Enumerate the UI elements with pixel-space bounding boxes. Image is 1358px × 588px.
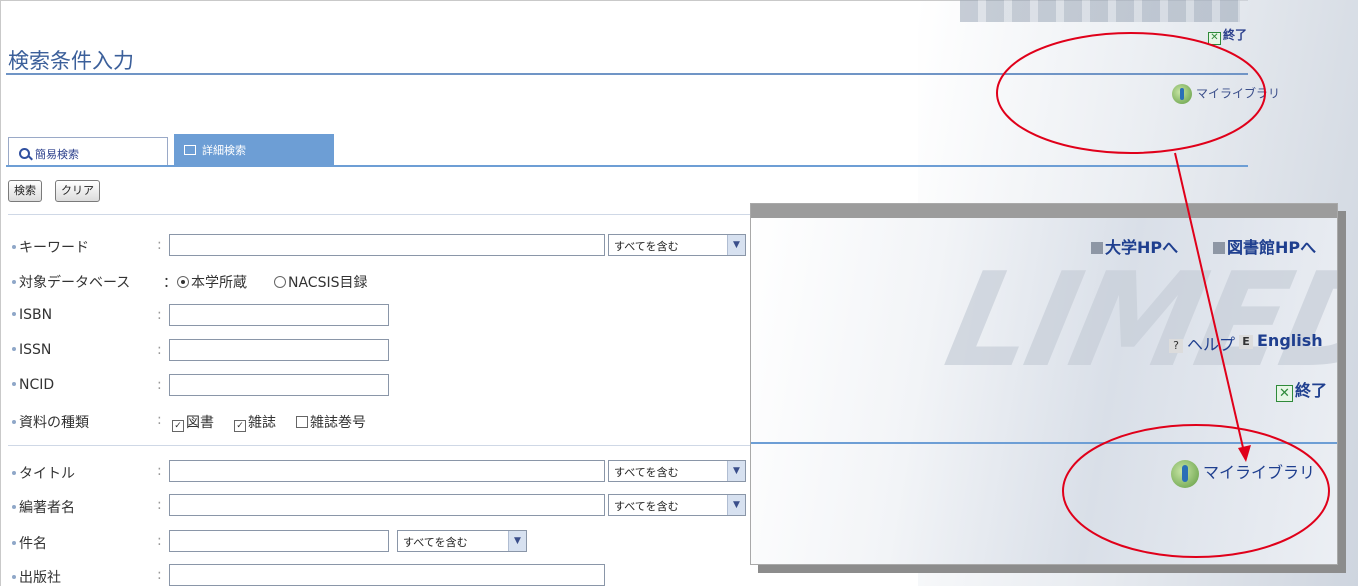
keyword-match-value: すべてを含む xyxy=(614,240,679,253)
colon: : xyxy=(157,497,162,513)
publisher-label: 出版社 xyxy=(19,570,61,586)
library-hp-link[interactable]: 図書館HPへ xyxy=(1213,234,1316,258)
author-label: 編著者名 xyxy=(19,500,75,516)
title-match-select[interactable]: すべてを含む ▼ xyxy=(608,460,746,482)
keyword-match-select[interactable]: すべてを含む ▼ xyxy=(608,234,746,256)
exit-link[interactable]: ✕ 終了 xyxy=(1208,26,1247,45)
clear-button[interactable]: クリア xyxy=(55,180,100,202)
chevron-down-icon: ▼ xyxy=(727,495,745,515)
tab-advanced-search-label: 詳細検索 xyxy=(202,144,246,157)
header-banner-strip xyxy=(960,0,1240,22)
mylibrary-link[interactable]: マイライブラリ xyxy=(1172,84,1280,104)
english-icon: E xyxy=(1239,335,1253,349)
colon: : xyxy=(157,342,162,358)
search-button[interactable]: 検索 xyxy=(8,180,42,202)
zoom-mylibrary-link[interactable]: マイライブラリ xyxy=(1171,459,1315,488)
zoom-exit-link[interactable]: ✕ 終了 xyxy=(1276,377,1327,402)
material-issues-checkbox[interactable]: 雑誌巻号 xyxy=(296,412,366,432)
help-icon: ? xyxy=(1169,339,1183,353)
mylibrary-label: マイライブラリ xyxy=(1196,86,1281,101)
colon: : xyxy=(157,463,162,479)
mylibrary-icon xyxy=(1172,84,1192,104)
tab-advanced-search[interactable]: 詳細検索 xyxy=(174,134,334,167)
ncid-input[interactable] xyxy=(169,374,389,396)
subject-label: 件名 xyxy=(19,536,47,552)
keyword-label: キーワード xyxy=(19,240,89,256)
bullet-icon xyxy=(12,420,16,424)
colon: : xyxy=(157,412,162,428)
zoom-divider xyxy=(751,442,1337,444)
window-icon xyxy=(184,145,196,155)
author-match-select[interactable]: すべてを含む ▼ xyxy=(608,494,746,516)
author-match-value: すべてを含む xyxy=(614,500,679,513)
page-title: 検索条件入力 xyxy=(8,49,134,73)
zoom-callout-panel: LIMEDIO 大学HPへ 図書館HPへ ? ヘルプ E English ✕ 終了 マ… xyxy=(750,203,1338,565)
title-divider xyxy=(6,73,1248,75)
close-icon: ✕ xyxy=(1276,385,1293,402)
tab-simple-search-label: 簡易検索 xyxy=(35,148,79,161)
mylibrary-icon xyxy=(1171,459,1199,488)
radio-selected-icon xyxy=(177,276,189,288)
isbn-label: ISBN xyxy=(19,307,53,323)
colon: : xyxy=(157,533,162,549)
tab-simple-search[interactable]: 簡易検索 xyxy=(8,137,168,167)
bullet-icon xyxy=(12,280,16,284)
bullet-icon xyxy=(12,505,16,509)
bullet-icon xyxy=(12,575,16,579)
square-bullet-icon xyxy=(1091,242,1103,254)
help-link[interactable]: ? ヘルプ xyxy=(1169,331,1235,355)
bullet-icon xyxy=(12,471,16,475)
database-option-nacsis[interactable]: NACSIS目録 xyxy=(274,272,367,292)
colon: : xyxy=(157,377,162,393)
tabs-divider xyxy=(6,165,1248,167)
bullet-icon xyxy=(12,245,16,249)
colon: : xyxy=(157,567,162,583)
english-link[interactable]: E English xyxy=(1239,331,1323,350)
material-type-label: 資料の種類 xyxy=(19,415,89,431)
university-hp-link[interactable]: 大学HPへ xyxy=(1091,234,1178,258)
database-option-local[interactable]: ：本学所蔵 xyxy=(163,272,247,292)
square-bullet-icon xyxy=(1213,242,1225,254)
brand-watermark: LIMEDIO xyxy=(934,244,1338,396)
author-input[interactable] xyxy=(169,494,605,516)
subject-match-value: すべてを含む xyxy=(403,536,468,549)
material-books-checkbox[interactable]: ✓ 図書 xyxy=(172,412,214,432)
publisher-input[interactable] xyxy=(169,564,605,586)
colon: : xyxy=(157,307,162,323)
zoom-top-bar xyxy=(751,204,1337,218)
title-label: タイトル xyxy=(19,466,75,482)
title-match-value: すべてを含む xyxy=(614,466,679,479)
keyword-input[interactable] xyxy=(169,234,605,256)
bullet-icon xyxy=(12,312,16,316)
subject-match-select[interactable]: すべてを含む ▼ xyxy=(397,530,527,552)
title-input[interactable] xyxy=(169,460,605,482)
issn-label: ISSN xyxy=(19,342,52,358)
chevron-down-icon: ▼ xyxy=(727,235,745,255)
chevron-down-icon: ▼ xyxy=(727,461,745,481)
issn-input[interactable] xyxy=(169,339,389,361)
subject-input[interactable] xyxy=(169,530,389,552)
bullet-icon xyxy=(12,347,16,351)
checkbox-checked-icon: ✓ xyxy=(234,420,246,432)
chevron-down-icon: ▼ xyxy=(508,531,526,551)
isbn-input[interactable] xyxy=(169,304,389,326)
radio-unselected-icon xyxy=(274,276,286,288)
exit-label: 終了 xyxy=(1223,28,1248,42)
magnifier-icon xyxy=(19,148,30,159)
material-journals-checkbox[interactable]: ✓ 雑誌 xyxy=(234,412,276,432)
bullet-icon xyxy=(12,541,16,545)
checkbox-unchecked-icon xyxy=(296,416,308,428)
database-label: 対象データベース xyxy=(19,275,131,291)
close-icon: ✕ xyxy=(1208,32,1221,45)
colon: : xyxy=(157,237,162,253)
ncid-label: NCID xyxy=(19,377,55,393)
bullet-icon xyxy=(12,382,16,386)
checkbox-checked-icon: ✓ xyxy=(172,420,184,432)
